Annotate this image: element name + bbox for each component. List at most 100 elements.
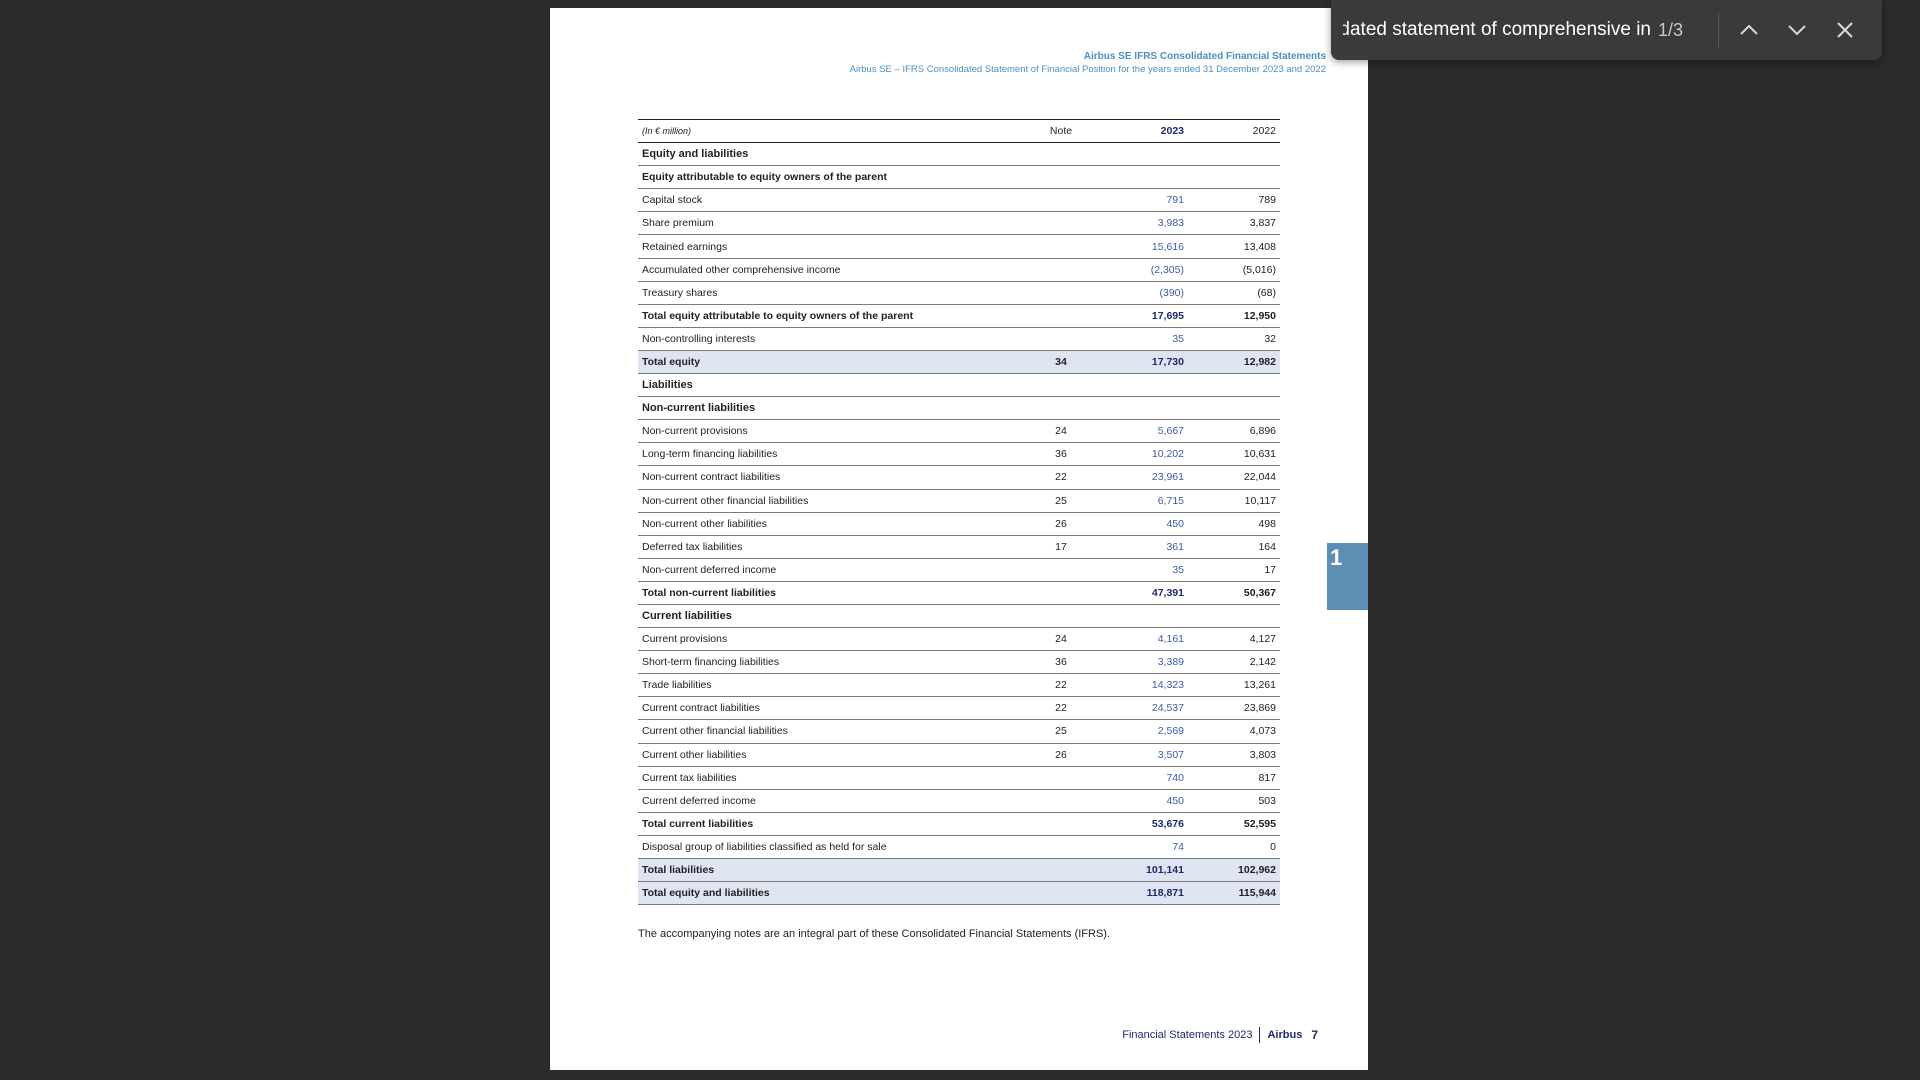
- row-note: [1026, 812, 1096, 836]
- table-row: Capital stock 791 789: [638, 188, 1280, 213]
- table-row: Liabilities: [638, 373, 1280, 398]
- find-previous-button[interactable]: [1725, 6, 1773, 54]
- row-value-2023: 450: [1096, 789, 1188, 813]
- row-note: [1026, 234, 1096, 259]
- row-note: 22: [1026, 696, 1096, 721]
- row-value-2022: 789: [1188, 188, 1280, 213]
- row-note: [1026, 766, 1096, 790]
- row-label: Total equity attributable to equity owne…: [638, 304, 1026, 328]
- page-footer: Financial Statements 2023 Airbus 7: [1122, 1027, 1318, 1043]
- row-value-2023: 15,616: [1096, 234, 1188, 259]
- row-value-2023: 47,391: [1096, 581, 1188, 605]
- row-label: Total equity: [638, 350, 1026, 375]
- row-value-2022: [1188, 165, 1280, 190]
- find-close-button[interactable]: [1821, 6, 1869, 54]
- row-value-2023: (2,305): [1096, 258, 1188, 282]
- row-note: [1026, 835, 1096, 860]
- table-row: Non-current other financial liabilities 2…: [638, 489, 1280, 513]
- row-label: Current other liabilities: [638, 743, 1026, 767]
- row-label: Current contract liabilities: [638, 696, 1026, 721]
- row-value-2022: 498: [1188, 512, 1280, 536]
- row-note: [1026, 789, 1096, 813]
- row-label: Accumulated other comprehensive income: [638, 258, 1026, 282]
- row-note: [1026, 581, 1096, 605]
- row-label: Liabilities: [638, 373, 1026, 398]
- row-label: Long-term financing liabilities: [638, 442, 1026, 467]
- row-value-2023: 3,389: [1096, 650, 1188, 675]
- table-header-row: (In € million) Note 2023 2022: [638, 118, 1280, 144]
- table-row: Share premium 3,983 3,837: [638, 211, 1280, 236]
- row-note: [1026, 558, 1096, 582]
- row-value-2022: 52,595: [1188, 812, 1280, 836]
- row-value-2022: 17: [1188, 558, 1280, 582]
- row-label: Retained earnings: [638, 234, 1026, 259]
- table-row: Non-current liabilities: [638, 396, 1280, 421]
- find-next-button[interactable]: [1773, 6, 1821, 54]
- row-note: [1026, 858, 1096, 883]
- row-value-2023: 74: [1096, 835, 1188, 860]
- row-note: 36: [1026, 650, 1096, 675]
- row-label: Deferred tax liabilities: [638, 535, 1026, 559]
- row-note: [1026, 327, 1096, 351]
- row-label: Short-term financing liabilities: [638, 650, 1026, 675]
- financial-position-table: (In € million) Note 2023 2022 Equity and…: [638, 118, 1280, 906]
- row-label: Treasury shares: [638, 281, 1026, 305]
- table-row: Equity and liabilities: [638, 142, 1280, 167]
- row-value-2022: 164: [1188, 535, 1280, 559]
- row-label: Total current liabilities: [638, 812, 1026, 836]
- row-value-2022: 4,073: [1188, 719, 1280, 744]
- row-label: Non-current other financial liabilities: [638, 489, 1026, 513]
- row-value-2022: 32: [1188, 327, 1280, 351]
- row-label: Disposal group of liabilities classified…: [638, 835, 1026, 860]
- find-match-count: 1/3: [1658, 19, 1684, 40]
- table-row: Current tax liabilities 740 817: [638, 766, 1280, 790]
- row-note: [1026, 396, 1096, 421]
- table-row: Treasury shares (390) (68): [638, 281, 1280, 305]
- row-value-2022: (68): [1188, 281, 1280, 305]
- row-value-2023: 450: [1096, 512, 1188, 536]
- row-value-2023: [1096, 142, 1188, 167]
- row-note: [1026, 304, 1096, 328]
- table-row: Total liabilities 101,141 102,962: [638, 858, 1280, 883]
- row-label: Current liabilities: [638, 604, 1026, 629]
- table-row: Non-controlling interests 35 32: [638, 327, 1280, 351]
- find-input[interactable]: [1343, 12, 1651, 48]
- table-row: Retained earnings 15,616 13,408: [638, 234, 1280, 259]
- chapter-tab-marker: 1: [1327, 543, 1368, 610]
- row-value-2023: 101,141: [1096, 858, 1188, 883]
- table-row: Total equity attributable to equity owne…: [638, 304, 1280, 328]
- row-label: Non-current other liabilities: [638, 512, 1026, 536]
- row-value-2022: 503: [1188, 789, 1280, 813]
- table-row: Total current liabilities 53,676 52,595: [638, 812, 1280, 836]
- row-label: Total non-current liabilities: [638, 581, 1026, 605]
- row-value-2022: 10,631: [1188, 442, 1280, 467]
- table-row: Long-term financing liabilities 36 10,202 1…: [638, 442, 1280, 467]
- row-value-2023: 2,569: [1096, 719, 1188, 744]
- row-label: Current other financial liabilities: [638, 719, 1026, 744]
- row-note: 22: [1026, 673, 1096, 698]
- row-value-2022: 3,803: [1188, 743, 1280, 767]
- page-number: 7: [1311, 1028, 1318, 1042]
- table-row: Non-current deferred income 35 17: [638, 558, 1280, 582]
- row-note: 24: [1026, 419, 1096, 444]
- row-note: 24: [1026, 627, 1096, 652]
- table-row: Total equity 34 17,730 12,982: [638, 350, 1280, 375]
- row-note: 34: [1026, 350, 1096, 375]
- table-row: Non-current provisions 24 5,667 6,896: [638, 419, 1280, 444]
- row-note: [1026, 881, 1096, 906]
- row-value-2022: 12,982: [1188, 350, 1280, 375]
- row-label: Total liabilities: [638, 858, 1026, 883]
- table-row: Accumulated other comprehensive income (2…: [638, 258, 1280, 282]
- row-value-2022: 115,944: [1188, 881, 1280, 906]
- col-header-2023: 2023: [1096, 118, 1188, 144]
- row-note: 25: [1026, 719, 1096, 744]
- table-row: Current other financial liabilities 25 2,5…: [638, 719, 1280, 744]
- table-row: Current provisions 24 4,161 4,127: [638, 627, 1280, 652]
- row-value-2022: 10,117: [1188, 489, 1280, 513]
- row-note: [1026, 373, 1096, 398]
- row-value-2022: 0: [1188, 835, 1280, 860]
- row-value-2023: 3,983: [1096, 211, 1188, 236]
- row-value-2023: 10,202: [1096, 442, 1188, 467]
- find-divider: [1718, 13, 1719, 47]
- row-note: [1026, 165, 1096, 190]
